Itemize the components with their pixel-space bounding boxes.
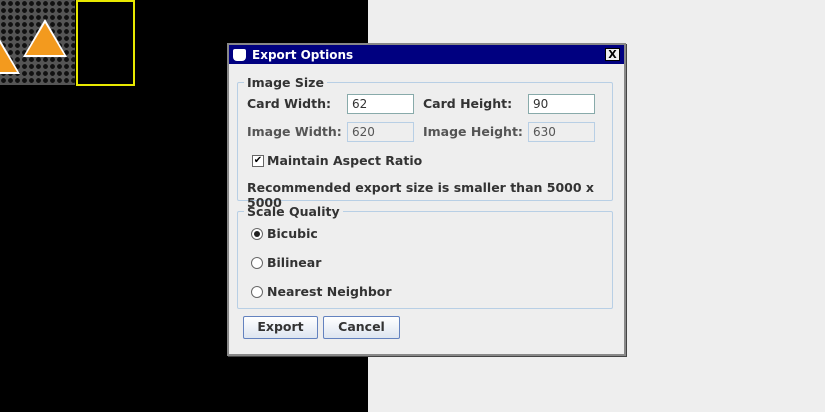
nearest-neighbor-label[interactable]: Nearest Neighbor — [267, 284, 392, 299]
bilinear-label[interactable]: Bilinear — [267, 255, 321, 270]
export-options-dialog: Export Options X Image Size Card Width: … — [227, 43, 626, 356]
selected-card-slot[interactable] — [76, 0, 135, 86]
bilinear-radio[interactable] — [251, 257, 263, 269]
dialog-title: Export Options — [252, 47, 354, 62]
cancel-button[interactable]: Cancel — [323, 316, 400, 339]
export-button[interactable]: Export — [243, 316, 318, 339]
close-button[interactable]: X — [605, 48, 620, 61]
card-height-label: Card Height: — [423, 96, 513, 111]
title-bar[interactable]: Export Options X — [229, 45, 624, 64]
image-size-legend: Image Size — [247, 75, 324, 90]
scale-quality-legend: Scale Quality — [247, 204, 340, 219]
image-width-label: Image Width: — [247, 124, 342, 139]
hot-surface-warning-icon — [23, 19, 67, 57]
maintain-aspect-label[interactable]: Maintain Aspect Ratio — [267, 153, 422, 168]
card-height-input[interactable]: 90 — [528, 94, 595, 114]
image-height-label: Image Height: — [423, 124, 523, 139]
app-icon — [233, 48, 246, 61]
card-width-input[interactable]: 62 — [347, 94, 414, 114]
maintain-aspect-checkbox[interactable]: ✔ — [252, 155, 264, 167]
nearest-neighbor-radio[interactable] — [251, 286, 263, 298]
card-width-label: Card Width: — [247, 96, 331, 111]
bicubic-radio[interactable] — [251, 228, 263, 240]
image-height-input: 630 — [528, 122, 595, 142]
warning-icon — [0, 36, 20, 74]
card-thumbnail[interactable] — [0, 0, 75, 85]
image-width-input: 620 — [347, 122, 414, 142]
bicubic-label[interactable]: Bicubic — [267, 226, 318, 241]
